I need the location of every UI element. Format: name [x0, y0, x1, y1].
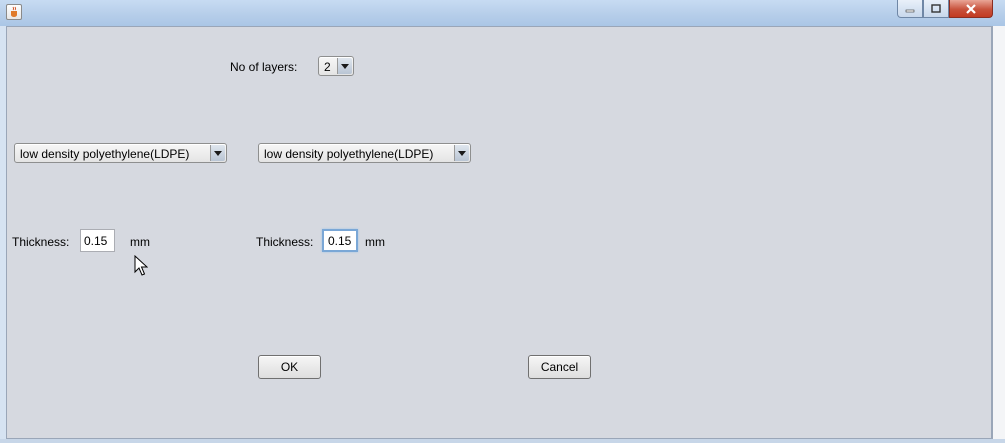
cancel-button[interactable]: Cancel — [528, 355, 591, 379]
window-edge — [992, 26, 1005, 443]
material-select-1-value: low density polyethylene(LDPE) — [20, 147, 190, 161]
dialog-content — [6, 26, 992, 439]
layers-select[interactable]: 2 — [318, 56, 354, 76]
mouse-cursor-icon — [134, 255, 148, 276]
chevron-down-icon[interactable] — [337, 58, 352, 74]
maximize-icon — [931, 4, 941, 13]
minimize-icon — [905, 9, 915, 12]
java-cup-icon — [6, 4, 22, 20]
chevron-down-icon[interactable] — [454, 145, 469, 161]
ok-button[interactable]: OK — [258, 355, 321, 379]
material-select-2[interactable]: low density polyethylene(LDPE) — [258, 143, 471, 163]
close-button[interactable] — [949, 0, 993, 18]
close-icon — [966, 3, 976, 14]
minimize-button[interactable] — [897, 0, 923, 18]
thickness-field-1[interactable]: 0.15 — [80, 229, 115, 252]
thickness-unit-1: mm — [130, 235, 150, 249]
material-select-2-value: low density polyethylene(LDPE) — [264, 147, 434, 161]
title-bar — [0, 0, 1005, 26]
maximize-button[interactable] — [923, 0, 949, 18]
layers-label: No of layers: — [230, 60, 298, 74]
chevron-down-icon[interactable] — [210, 145, 225, 161]
material-select-1[interactable]: low density polyethylene(LDPE) — [14, 143, 227, 163]
thickness-unit-2: mm — [365, 235, 385, 249]
thickness-field-2[interactable]: 0.15 — [322, 229, 358, 252]
layers-select-value: 2 — [324, 60, 331, 74]
thickness-label-1: Thickness: — [12, 235, 70, 249]
window-border — [0, 439, 1005, 443]
thickness-label-2: Thickness: — [256, 235, 314, 249]
